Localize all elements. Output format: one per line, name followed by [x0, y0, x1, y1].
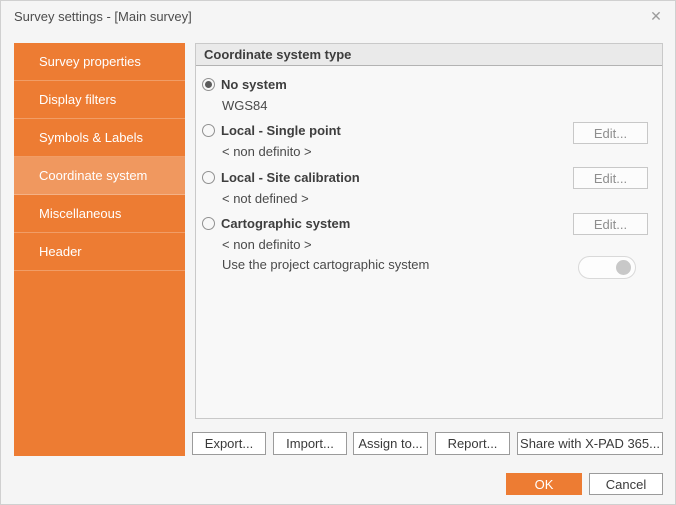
- report-button[interactable]: Report...: [435, 432, 510, 455]
- sidebar-item-survey-properties[interactable]: Survey properties: [14, 43, 185, 81]
- option-local-site-calibration[interactable]: Local - Site calibration: [202, 168, 360, 188]
- radio-local-site-calibration[interactable]: [202, 171, 215, 184]
- radio-cartographic-system[interactable]: [202, 217, 215, 230]
- cancel-button[interactable]: Cancel: [589, 473, 663, 495]
- sidebar-item-symbols-labels[interactable]: Symbols & Labels: [14, 119, 185, 157]
- option-detail-no-system: WGS84: [222, 97, 268, 115]
- radio-no-system[interactable]: [202, 78, 215, 91]
- option-cartographic-system[interactable]: Cartographic system: [202, 214, 350, 234]
- edit-cartographic-button[interactable]: Edit...: [573, 213, 648, 235]
- project-cartographic-toggle[interactable]: [578, 256, 636, 279]
- use-project-cartographic-label: Use the project cartographic system: [222, 256, 429, 274]
- export-button[interactable]: Export...: [192, 432, 266, 455]
- option-detail-cartographic-system: < non definito >: [222, 236, 312, 254]
- ok-button[interactable]: OK: [506, 473, 582, 495]
- assign-to-button[interactable]: Assign to...: [353, 432, 428, 455]
- option-detail-local-single-point: < non definito >: [222, 143, 312, 161]
- option-no-system[interactable]: No system: [202, 75, 287, 95]
- toggle-knob-icon: [616, 260, 631, 275]
- sidebar-item-display-filters[interactable]: Display filters: [14, 81, 185, 119]
- option-label: Local - Single point: [221, 123, 341, 138]
- option-local-single-point[interactable]: Local - Single point: [202, 121, 341, 141]
- sidebar-item-header[interactable]: Header: [14, 233, 185, 271]
- edit-single-point-button[interactable]: Edit...: [573, 122, 648, 144]
- edit-site-calibration-button[interactable]: Edit...: [573, 167, 648, 189]
- share-xpad365-button[interactable]: Share with X-PAD 365...: [517, 432, 663, 455]
- sidebar: Survey properties Display filters Symbol…: [14, 43, 185, 456]
- sidebar-item-coordinate-system[interactable]: Coordinate system: [14, 157, 185, 195]
- survey-settings-dialog: Survey settings - [Main survey] ✕ Survey…: [0, 0, 676, 505]
- option-detail-local-site-calibration: < not defined >: [222, 190, 309, 208]
- option-label: Cartographic system: [221, 216, 350, 231]
- option-label: Local - Site calibration: [221, 170, 360, 185]
- import-button[interactable]: Import...: [273, 432, 347, 455]
- panel-header: Coordinate system type: [196, 44, 662, 66]
- sidebar-item-miscellaneous[interactable]: Miscellaneous: [14, 195, 185, 233]
- close-icon[interactable]: ✕: [645, 5, 667, 27]
- coordinate-system-panel: Coordinate system type No system WGS84 L…: [195, 43, 663, 419]
- dialog-title: Survey settings - [Main survey]: [14, 9, 192, 24]
- radio-local-single-point[interactable]: [202, 124, 215, 137]
- option-label: No system: [221, 77, 287, 92]
